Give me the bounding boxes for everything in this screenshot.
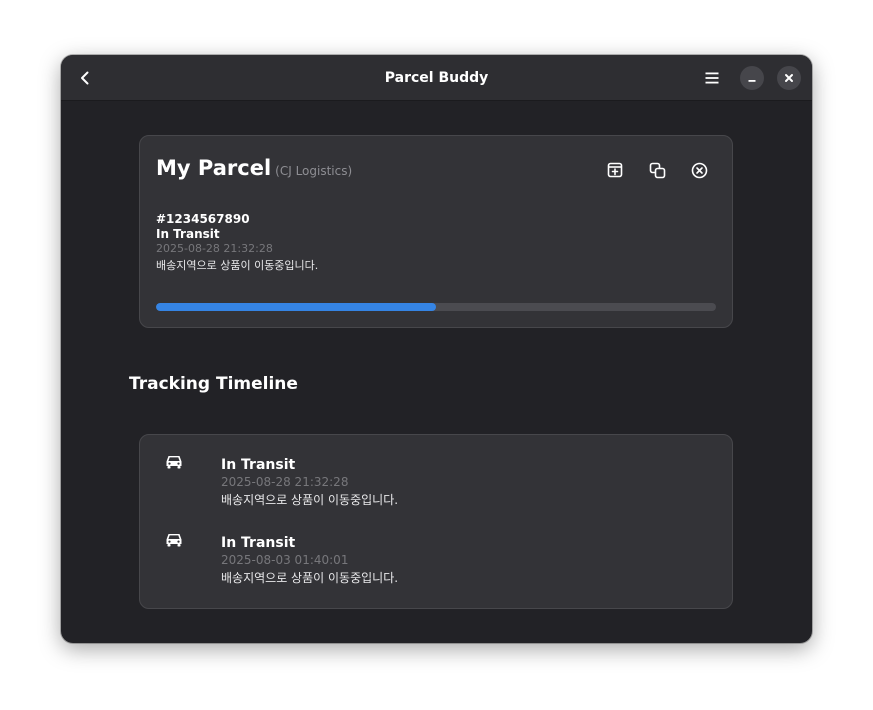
app-window: Parcel Buddy My Parcel (CJ Logistics) #1…: [61, 55, 812, 643]
event-datetime: 2025-08-28 21:32:28: [221, 475, 349, 489]
parcel-title: My Parcel (CJ Logistics): [156, 156, 352, 180]
hamburger-menu-icon: [705, 72, 719, 84]
minimize-button[interactable]: [740, 66, 764, 90]
header-bar: Parcel Buddy: [61, 55, 812, 101]
parcel-name: My Parcel: [156, 156, 272, 180]
carrier-label: (CJ Logistics): [275, 164, 353, 178]
event-description: 배송지역으로 상품이 이동중입니다.: [221, 571, 399, 585]
event-datetime: 2025-08-03 01:40:01: [221, 553, 349, 567]
tracking-number: #1234567890: [156, 212, 250, 226]
event-status: In Transit: [221, 457, 296, 473]
truck-icon: [164, 452, 184, 472]
parcel-card: My Parcel (CJ Logistics) #1234567890 In T…: [139, 135, 733, 328]
copy-button[interactable]: [643, 156, 671, 184]
copy-icon: [649, 162, 665, 178]
parcel-status: In Transit: [156, 227, 220, 241]
event-description: 배송지역으로 상품이 이동중입니다.: [221, 493, 399, 507]
main-menu-button[interactable]: [698, 64, 726, 92]
progress-bar: [156, 303, 716, 311]
parcel-datetime: 2025-08-28 21:32:28: [156, 242, 273, 255]
add-to-list-button[interactable]: [601, 156, 629, 184]
minimize-icon: [748, 80, 756, 82]
timeline-card: In Transit 2025-08-28 21:32:28 배송지역으로 상품…: [139, 434, 733, 609]
progress-fill: [156, 303, 436, 311]
timeline-event: In Transit 2025-08-28 21:32:28 배송지역으로 상품…: [140, 435, 732, 507]
close-button[interactable]: [777, 66, 801, 90]
delete-circle-icon: [691, 162, 707, 178]
add-to-list-icon: [607, 162, 623, 178]
truck-icon: [164, 530, 184, 550]
parcel-description: 배송지역으로 상품이 이동중입니다.: [156, 259, 319, 272]
delete-button[interactable]: [685, 156, 713, 184]
event-status: In Transit: [221, 535, 296, 551]
close-icon: [785, 74, 793, 82]
timeline-heading: Tracking Timeline: [129, 374, 298, 394]
timeline-event: In Transit 2025-08-03 01:40:01 배송지역으로 상품…: [140, 513, 732, 585]
